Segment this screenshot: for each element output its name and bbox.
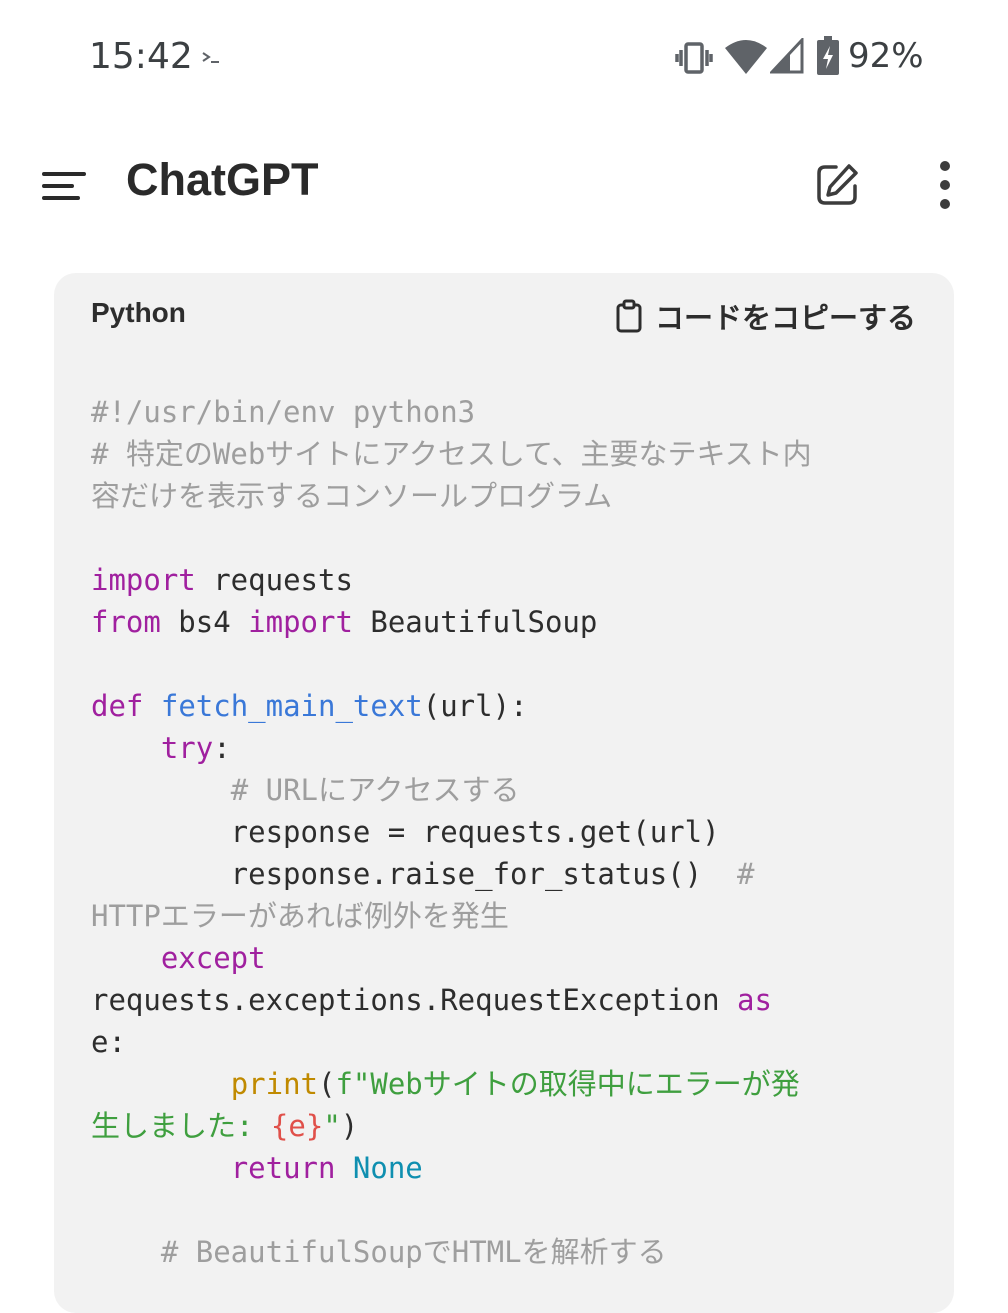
app-bar: ChatGPT	[0, 130, 1008, 240]
code-line: def fetch_main_text(url):	[91, 685, 911, 727]
code-line: import requests	[91, 559, 911, 601]
code-line: except	[91, 937, 911, 979]
code-token: #	[737, 857, 755, 891]
menu-icon[interactable]	[42, 170, 86, 202]
code-token: #!/usr/bin/env python3	[91, 395, 476, 429]
code-token: BeautifulSoup	[352, 605, 598, 639]
code-line: return None	[91, 1147, 911, 1189]
clipboard-icon	[616, 299, 642, 333]
code-line: response.raise_for_status() #	[91, 853, 911, 895]
copy-code-button[interactable]: コードをコピーする	[615, 295, 916, 337]
code-token: 生しました:	[91, 1109, 271, 1143]
code-token: {e}	[270, 1109, 324, 1143]
signal-icon	[770, 38, 804, 74]
code-token: (	[318, 1067, 336, 1101]
code-token: try	[160, 731, 214, 765]
code-token: requests.exceptions.RequestException	[91, 983, 738, 1017]
battery-percent: 92%	[848, 36, 924, 76]
code-token: 容だけを表示するコンソールプログラム	[91, 479, 613, 513]
code-token: as	[737, 983, 772, 1017]
code-line: 容だけを表示するコンソールプログラム	[91, 475, 911, 517]
code-token: print	[230, 1067, 318, 1101]
new-chat-edit-icon[interactable]	[814, 162, 860, 208]
code-line: # URLにアクセスする	[91, 769, 911, 811]
code-token: bs4	[160, 605, 249, 639]
battery-charging-icon	[817, 36, 839, 75]
status-time: 15:42	[89, 36, 193, 77]
code-line: e:	[91, 1021, 911, 1063]
code-line: #!/usr/bin/env python3	[91, 391, 911, 433]
code-line: requests.exceptions.RequestException as	[91, 979, 911, 1021]
code-line: print(f"Webサイトの取得中にエラーが発	[91, 1063, 911, 1105]
code-block: Python コードをコピーする #!/usr/bin/env python3 #…	[54, 273, 954, 1313]
code-token: response.raise_for_status()	[91, 857, 738, 891]
code-token: fetch_main_text	[160, 689, 423, 723]
more-vert-icon[interactable]	[932, 160, 958, 210]
code-token: from	[91, 605, 161, 639]
code-token: f"Webサイトの取得中にエラーが発	[335, 1067, 800, 1101]
code-token: e:	[91, 1025, 126, 1059]
code-token: # BeautifulSoupでHTMLを解析する	[160, 1235, 667, 1269]
code-token: HTTPエラーがあれば例外を発生	[91, 899, 509, 933]
code-line: HTTPエラーがあれば例外を発生	[91, 895, 911, 937]
code-token: # URLにアクセスする	[230, 773, 520, 807]
app-title: ChatGPT	[126, 154, 319, 205]
code-line: response = requests.get(url)	[91, 811, 911, 853]
code-token: import	[248, 605, 353, 639]
code-token: import	[91, 563, 196, 597]
terminal-icon	[202, 52, 219, 63]
code-token: except	[160, 941, 266, 975]
code-language-label: Python	[91, 297, 186, 328]
wifi-icon	[725, 40, 767, 74]
code-token: def	[91, 689, 144, 723]
code-token: requests	[195, 563, 353, 597]
code-line: try:	[91, 727, 911, 769]
code-token: response = requests.get(url)	[91, 815, 720, 849]
code-line: # 特定のWebサイトにアクセスして、主要なテキスト内	[91, 433, 911, 475]
code-token: (url):	[422, 689, 528, 723]
vibrate-icon	[675, 42, 713, 74]
code-line: 生しました: {e}")	[91, 1105, 911, 1147]
status-bar: 15:42 92%	[0, 0, 1008, 116]
code-line: from bs4 import BeautifulSoup	[91, 601, 911, 643]
code-token: # 特定のWebサイトにアクセスして、主要なテキスト内	[91, 437, 812, 471]
code-line: # BeautifulSoupでHTMLを解析する	[91, 1231, 911, 1273]
code-token: )	[340, 1109, 359, 1143]
copy-code-label: コードをコピーする	[654, 301, 916, 335]
code-token: "	[323, 1109, 341, 1143]
code-token: return	[230, 1151, 336, 1185]
code-token: None	[352, 1151, 423, 1185]
code-content: #!/usr/bin/env python3 # 特定のWebサイトにアクセスして…	[91, 391, 911, 1273]
code-token: :	[213, 731, 231, 765]
